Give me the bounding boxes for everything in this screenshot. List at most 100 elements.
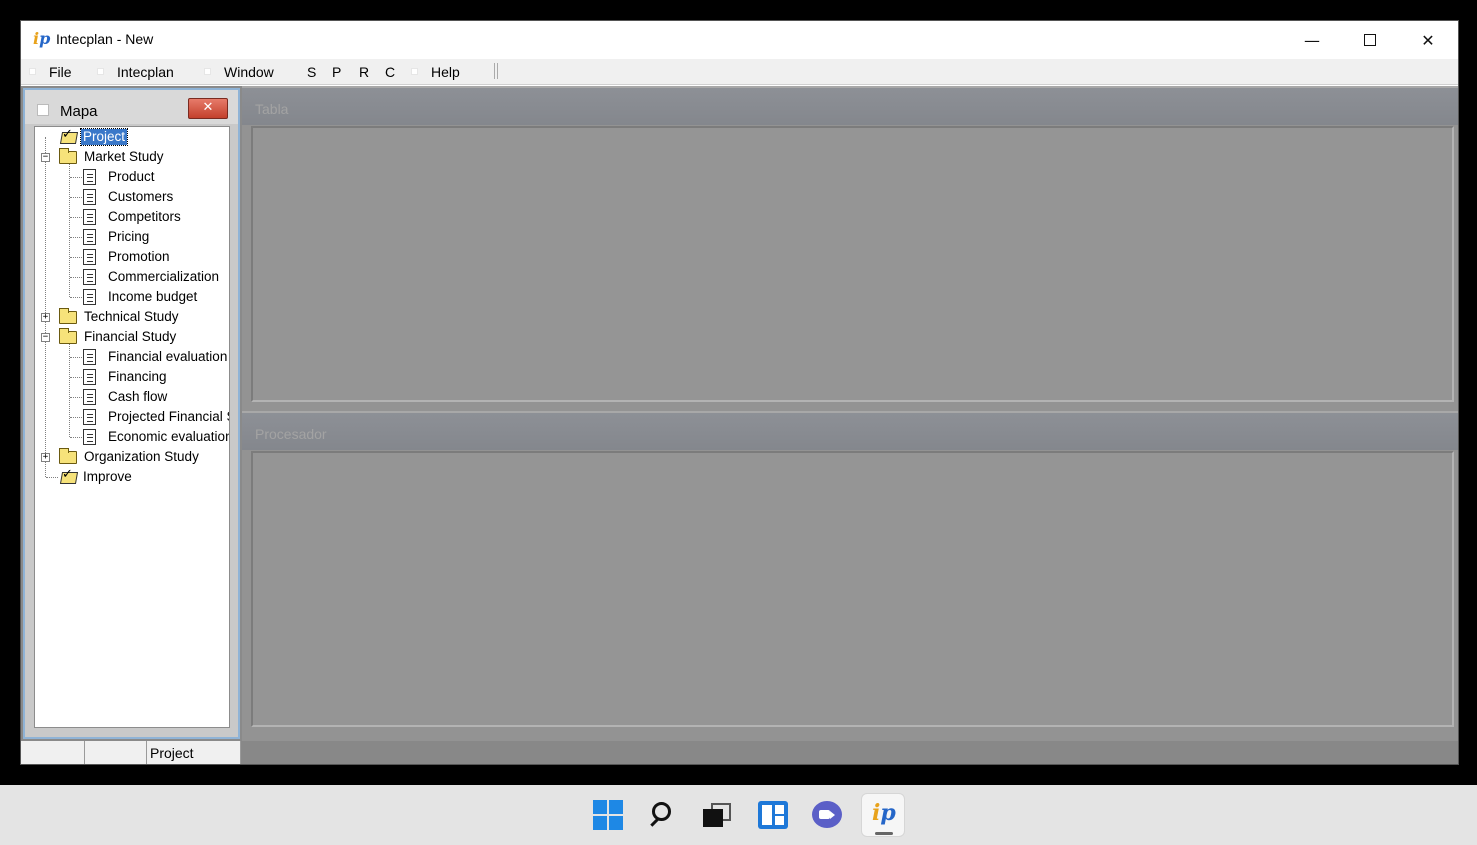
chat-icon[interactable]: [811, 799, 843, 831]
document-icon: [83, 289, 96, 305]
procesador-window-title: Procesador: [255, 426, 327, 442]
search-icon[interactable]: [648, 799, 680, 831]
menu-r[interactable]: R: [359, 64, 369, 80]
tree-connector: [70, 397, 82, 398]
tree-item-competitors[interactable]: Competitors: [83, 207, 183, 227]
expand-icon[interactable]: +: [41, 453, 50, 462]
tree-item-organization-study[interactable]: Organization Study: [59, 447, 201, 467]
tree-item-label: Market Study: [84, 149, 164, 164]
tree-item-technical-study[interactable]: Technical Study: [59, 307, 181, 327]
status-cell-project: Project: [147, 741, 241, 764]
status-cell-1: [21, 741, 85, 764]
maximize-button[interactable]: [1341, 21, 1399, 59]
status-cell-2: [85, 741, 147, 764]
mapa-checkbox-icon[interactable]: [37, 104, 49, 116]
tree-item-projected-financial[interactable]: Projected Financial S: [83, 407, 229, 427]
tree-item-label: Commercialization: [108, 269, 220, 284]
project-tree[interactable]: Project − Market Study Product: [34, 126, 230, 728]
tree-item-cash-flow[interactable]: Cash flow: [83, 387, 169, 407]
project-icon: [59, 127, 77, 145]
tree-connector: [70, 277, 82, 278]
minimize-button[interactable]: —: [1283, 21, 1341, 59]
tree-item-project[interactable]: Project: [59, 127, 129, 147]
menu-separator: [494, 63, 498, 79]
window-title: Intecplan - New: [56, 31, 154, 47]
document-icon: [83, 369, 96, 385]
document-icon: [83, 209, 96, 225]
mapa-close-button[interactable]: ✕: [188, 98, 228, 119]
tree-connector: [70, 257, 82, 258]
collapse-icon[interactable]: −: [41, 153, 50, 162]
intecplan-logo-icon: ip: [33, 29, 51, 48]
tree-item-customers[interactable]: Customers: [83, 187, 175, 207]
tabla-content[interactable]: [251, 126, 1454, 402]
maximize-icon: [1364, 34, 1376, 46]
menu-help[interactable]: Help: [431, 64, 460, 80]
status-bar: Project: [21, 741, 1458, 764]
tree-connector: [70, 357, 82, 358]
menu-s[interactable]: S: [307, 64, 316, 80]
folder-icon: [59, 447, 77, 464]
tree-connector: [70, 377, 82, 378]
tree-item-label: Income budget: [108, 289, 198, 304]
procesador-window-caption[interactable]: Procesador: [242, 413, 1458, 450]
tree-item-market-study[interactable]: Market Study: [59, 147, 166, 167]
tree-item-label: Technical Study: [84, 309, 179, 324]
collapse-icon[interactable]: −: [41, 333, 50, 342]
title-bar[interactable]: ip Intecplan - New — ✕: [21, 21, 1458, 59]
tree-item-label: Pricing: [108, 229, 150, 244]
tree-item-financial-study[interactable]: Financial Study: [59, 327, 178, 347]
menu-window[interactable]: Window: [224, 64, 274, 80]
menu-intecplan[interactable]: Intecplan: [117, 64, 174, 80]
tree-connector: [70, 417, 82, 418]
mapa-panel-header[interactable]: Mapa ✕: [25, 90, 238, 124]
tree-item-income-budget[interactable]: Income budget: [83, 287, 199, 307]
folder-icon: [59, 307, 77, 324]
project-icon: [59, 466, 77, 485]
tree-item-improve[interactable]: Improve: [59, 466, 134, 487]
widgets-icon[interactable]: [757, 799, 789, 831]
procesador-window[interactable]: Procesador: [242, 411, 1458, 741]
expand-icon[interactable]: +: [41, 313, 50, 322]
menu-c[interactable]: C: [385, 64, 395, 80]
mapa-panel-title: Mapa: [60, 103, 98, 120]
tree-connector: [46, 477, 58, 478]
tree-connector: [70, 177, 82, 178]
menu-bullet-icon: [97, 68, 104, 75]
document-icon: [83, 429, 96, 445]
tree-item-label: Cash flow: [108, 389, 168, 404]
tree-item-commercialization[interactable]: Commercialization: [83, 267, 221, 287]
menu-file[interactable]: File: [49, 64, 72, 80]
tree-item-economic-evaluation[interactable]: Economic evaluation: [83, 427, 229, 447]
tree-item-financial-evaluation[interactable]: Financial evaluation: [83, 347, 229, 367]
taskbar: ip: [0, 785, 1477, 845]
tree-item-promotion[interactable]: Promotion: [83, 247, 172, 267]
windows-start-icon[interactable]: [592, 799, 624, 831]
tree-connector: [70, 437, 82, 438]
document-icon: [83, 189, 96, 205]
tree-item-label: Project: [79, 128, 129, 146]
document-icon: [83, 409, 96, 425]
tree-item-label: Customers: [108, 189, 174, 204]
tree-item-financing[interactable]: Financing: [83, 367, 169, 387]
tree-item-product[interactable]: Product: [83, 167, 157, 187]
tabla-window[interactable]: Tabla: [242, 86, 1458, 411]
procesador-content[interactable]: [251, 451, 1454, 727]
document-icon: [83, 249, 96, 265]
tree-item-label: Promotion: [108, 249, 170, 264]
intecplan-app-icon[interactable]: ip: [861, 793, 905, 837]
tree-item-label: Improve: [83, 469, 132, 484]
mapa-panel: Mapa ✕ Project −: [23, 88, 240, 739]
tree-item-pricing[interactable]: Pricing: [83, 227, 151, 247]
desktop: ip Intecplan - New — ✕ File Intecplan Wi…: [0, 0, 1477, 845]
tree-item-label: Financial evaluation: [108, 349, 228, 364]
menu-p[interactable]: P: [332, 64, 341, 80]
tabla-window-caption[interactable]: Tabla: [242, 88, 1458, 125]
document-icon: [83, 269, 96, 285]
task-view-icon[interactable]: [701, 799, 733, 831]
close-button[interactable]: ✕: [1399, 21, 1457, 59]
tree-item-label: Financial Study: [84, 329, 177, 344]
active-app-indicator: [875, 832, 893, 835]
tree-connector: [45, 137, 46, 477]
folder-icon: [59, 147, 77, 164]
